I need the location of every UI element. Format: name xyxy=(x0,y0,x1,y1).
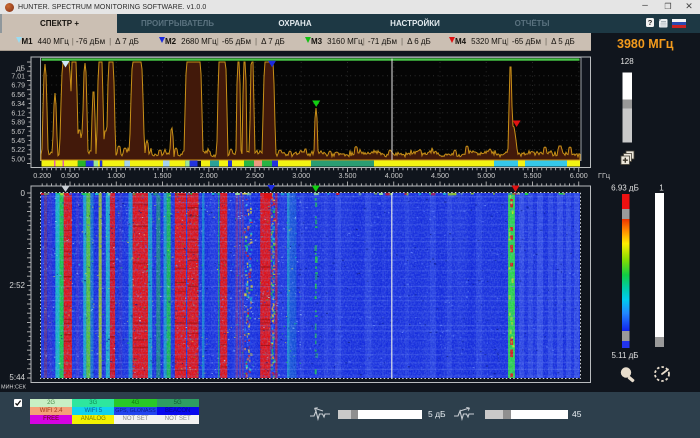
svg-text:5.11 дБ: 5.11 дБ xyxy=(611,351,638,360)
svg-text:4.000: 4.000 xyxy=(385,171,403,180)
svg-text:0.200: 0.200 xyxy=(33,171,51,180)
svg-text:1.000: 1.000 xyxy=(107,171,125,180)
svg-text:3.000: 3.000 xyxy=(292,171,310,180)
svg-text:5.00: 5.00 xyxy=(11,157,25,164)
svg-text:1.500: 1.500 xyxy=(154,171,172,180)
svg-text:5.000: 5.000 xyxy=(477,171,495,180)
svg-text:6.12: 6.12 xyxy=(11,110,25,117)
svg-text:4.500: 4.500 xyxy=(431,171,449,180)
svg-text:6.000: 6.000 xyxy=(570,171,588,180)
svg-text:МИН:СЕК: МИН:СЕК xyxy=(1,385,27,391)
svg-text:5.45: 5.45 xyxy=(11,138,25,145)
svg-text:6.93 дБ: 6.93 дБ xyxy=(611,184,639,193)
svg-text:6.56: 6.56 xyxy=(11,92,25,99)
svg-text:2.000: 2.000 xyxy=(200,171,218,180)
svg-text:6.34: 6.34 xyxy=(11,101,25,108)
svg-text:5.89: 5.89 xyxy=(11,120,25,127)
svg-text:5.22: 5.22 xyxy=(11,147,25,154)
svg-text:0.500: 0.500 xyxy=(61,171,79,180)
svg-text:2:52: 2:52 xyxy=(9,281,25,290)
svg-text:ГГц: ГГц xyxy=(598,171,610,180)
svg-text:128: 128 xyxy=(620,57,634,66)
svg-text:3.500: 3.500 xyxy=(339,171,357,180)
svg-text:5:44: 5:44 xyxy=(9,373,25,382)
svg-text:1: 1 xyxy=(659,184,664,193)
svg-text:дБ: дБ xyxy=(16,66,25,73)
svg-text:2.500: 2.500 xyxy=(246,171,264,180)
svg-text:5.500: 5.500 xyxy=(524,171,542,180)
svg-text:5.67: 5.67 xyxy=(11,129,25,136)
svg-text:0: 0 xyxy=(21,189,26,198)
svg-text:7.01: 7.01 xyxy=(11,73,25,80)
svg-text:6.79: 6.79 xyxy=(11,83,25,90)
